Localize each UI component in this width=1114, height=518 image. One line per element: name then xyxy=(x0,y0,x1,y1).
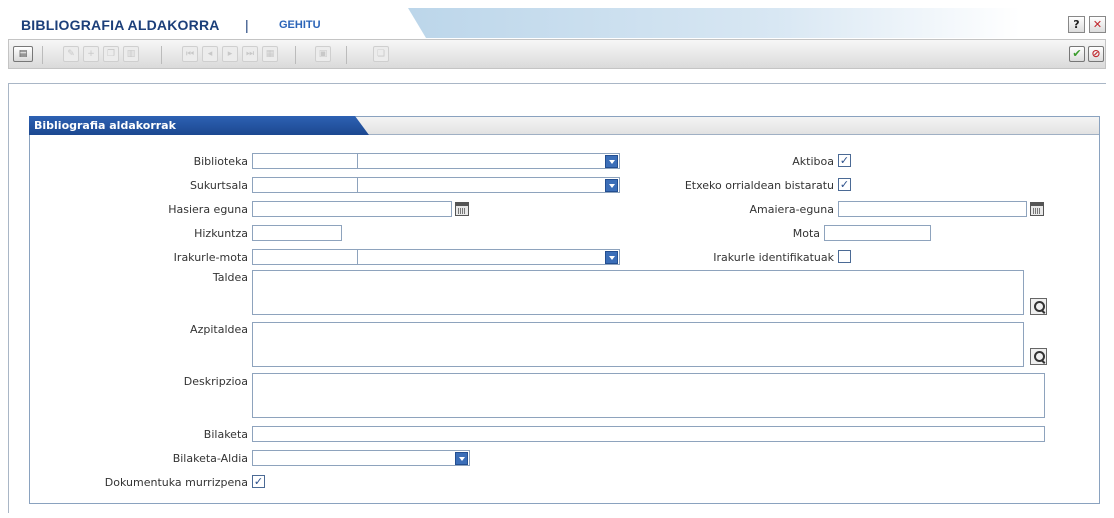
print-icon: ▣ xyxy=(318,49,328,59)
bilaketa-aldia-select[interactable] xyxy=(252,450,470,466)
last-icon: ⏭ xyxy=(245,49,255,59)
accept-icon: ✔ xyxy=(1072,47,1082,60)
etxeko-orrialdean-checkbox[interactable]: ✓ xyxy=(838,178,851,191)
dokumentuka-checkbox[interactable]: ✓ xyxy=(252,475,265,488)
aktiboa-checkbox[interactable]: ✓ xyxy=(838,154,851,167)
irakurle-identifikatuak-checkbox[interactable] xyxy=(838,250,851,263)
azpitaldea-label: Azpitaldea xyxy=(190,323,248,336)
header-decoration xyxy=(408,8,1020,38)
prev-record-button[interactable]: ◂ xyxy=(202,46,218,62)
first-record-button[interactable]: ⏮ xyxy=(182,46,198,62)
cancel-button[interactable]: ⊘ xyxy=(1088,46,1104,62)
first-icon: ⏮ xyxy=(185,49,195,59)
export-button[interactable]: ❏ xyxy=(373,46,389,62)
edit-icon: ✎ xyxy=(67,49,75,59)
irakurle-mota-label: Irakurle-mota xyxy=(173,251,248,264)
toolbar-divider xyxy=(346,46,347,64)
add-icon: + xyxy=(87,49,95,59)
question-icon: ? xyxy=(1073,18,1080,31)
sukurtsala-select[interactable] xyxy=(357,177,620,193)
amaiera-eguna-label: Amaiera-eguna xyxy=(749,203,834,216)
mota-field[interactable] xyxy=(824,225,931,241)
azpitaldea-textarea[interactable] xyxy=(252,322,1024,367)
prev-icon: ◂ xyxy=(207,49,213,59)
calendar-icon[interactable] xyxy=(1030,202,1044,216)
hizkuntza-label: Hizkuntza xyxy=(194,227,248,240)
toolbar-divider xyxy=(161,46,162,64)
chevron-down-icon[interactable] xyxy=(455,452,468,465)
deskripzioa-label: Deskripzioa xyxy=(183,375,248,388)
print-button[interactable]: ▣ xyxy=(315,46,331,62)
etxeko-orrialdean-label: Etxeko orrialdean bistaratu xyxy=(684,179,834,192)
menu-button[interactable]: ▤ xyxy=(13,46,33,62)
taldea-textarea[interactable] xyxy=(252,270,1024,315)
irakurle-mota-select[interactable] xyxy=(357,249,620,265)
next-record-button[interactable]: ▸ xyxy=(222,46,238,62)
aktiboa-label: Aktiboa xyxy=(792,155,834,168)
copy-button[interactable]: ❐ xyxy=(103,46,119,62)
chevron-down-icon[interactable] xyxy=(605,251,618,264)
irakurle-identifikatuak-label: Irakurle identifikatuak xyxy=(713,251,834,264)
irakurle-mota-code-field[interactable] xyxy=(252,249,358,265)
sukurtsala-label: Sukurtsala xyxy=(189,179,248,192)
title-separator: | xyxy=(245,17,249,33)
last-record-button[interactable]: ⏭ xyxy=(242,46,258,62)
copy-icon: ❐ xyxy=(106,49,116,59)
hizkuntza-field[interactable] xyxy=(252,225,342,241)
panel-title-tab: Bibliografia aldakorrak xyxy=(29,116,369,135)
toolbar-divider xyxy=(42,46,43,64)
add-button[interactable]: + xyxy=(83,46,99,62)
edit-button[interactable]: ✎ xyxy=(63,46,79,62)
list-icon: ▦ xyxy=(265,49,275,59)
export-icon: ❏ xyxy=(376,49,386,59)
panel-title: Bibliografia aldakorrak xyxy=(34,119,176,132)
page-title: BIBLIOGRAFIA ALDAKORRA xyxy=(21,17,220,33)
toolbar: ▤ ✎ + ❐ ▥ ⏮ ◂ ▸ ⏭ ▦ ▣ ❏ ✔ ⊘ xyxy=(8,39,1106,69)
toolbar-divider xyxy=(295,46,296,64)
next-icon: ▸ xyxy=(227,49,233,59)
menu-icon: ▤ xyxy=(18,49,28,59)
biblioteka-code-field[interactable] xyxy=(252,153,358,169)
list-button[interactable]: ▦ xyxy=(262,46,278,62)
chevron-down-icon[interactable] xyxy=(605,179,618,192)
page-mode-label: GEHITU xyxy=(279,19,321,31)
chevron-down-icon[interactable] xyxy=(605,155,618,168)
search-icon[interactable] xyxy=(1030,298,1047,315)
deskripzioa-textarea[interactable] xyxy=(252,373,1045,418)
calendar-icon[interactable] xyxy=(455,202,469,216)
delete-button[interactable]: ▥ xyxy=(123,46,139,62)
close-button[interactable]: ✕ xyxy=(1089,16,1106,33)
help-button[interactable]: ? xyxy=(1068,16,1085,33)
bilaketa-aldia-label: Bilaketa-Aldia xyxy=(172,452,248,465)
window-header: BIBLIOGRAFIA ALDAKORRA | GEHITU ? ✕ xyxy=(0,0,1114,38)
close-icon: ✕ xyxy=(1092,18,1103,31)
hasiera-eguna-field[interactable] xyxy=(252,201,452,217)
delete-icon: ▥ xyxy=(126,49,136,59)
search-icon[interactable] xyxy=(1030,348,1047,365)
bilaketa-field[interactable] xyxy=(252,426,1045,442)
hasiera-eguna-label: Hasiera eguna xyxy=(168,203,248,216)
accept-button[interactable]: ✔ xyxy=(1069,46,1085,62)
biblioteka-label: Biblioteka xyxy=(193,155,248,168)
taldea-label: Taldea xyxy=(212,271,248,284)
cancel-icon: ⊘ xyxy=(1091,47,1101,60)
mota-label: Mota xyxy=(792,227,820,240)
amaiera-eguna-field[interactable] xyxy=(838,201,1027,217)
bilaketa-label: Bilaketa xyxy=(203,428,248,441)
sukurtsala-code-field[interactable] xyxy=(252,177,358,193)
dokumentuka-label: Dokumentuka murrizpena xyxy=(104,476,248,489)
biblioteka-select[interactable] xyxy=(357,153,620,169)
